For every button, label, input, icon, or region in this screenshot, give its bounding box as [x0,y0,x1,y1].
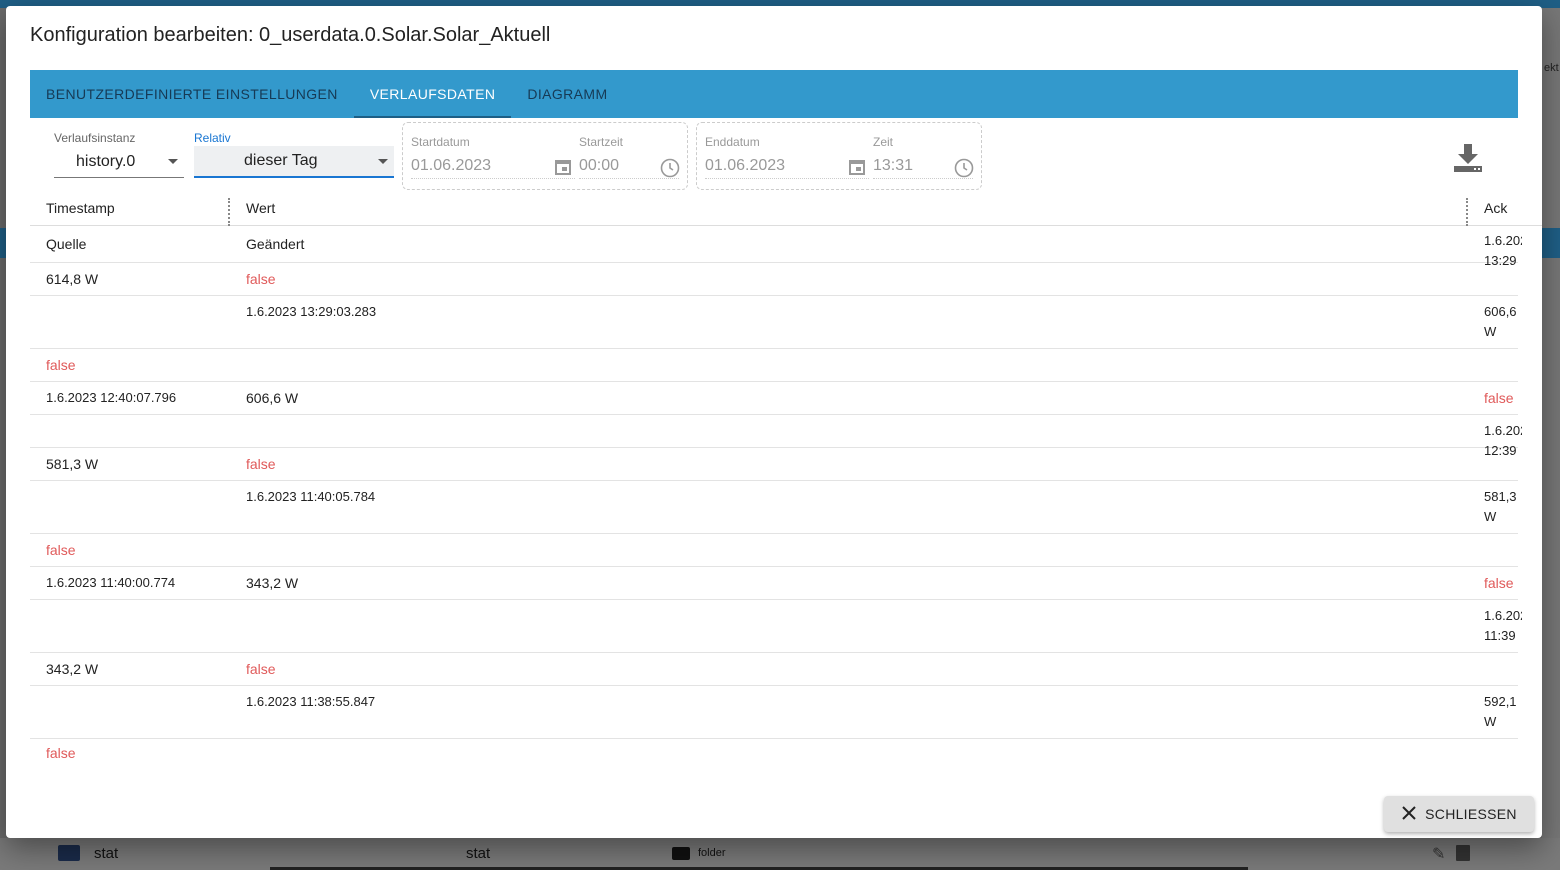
table-cell: false [1484,390,1514,406]
end-range-group: Enddatum 01.06.2023 Zeit 13:31 [696,122,982,190]
close-button-label: SCHLIESSEN [1425,806,1517,822]
table-cell: 606,6 W [1484,304,1517,339]
table-row[interactable]: 343,2 W false [30,653,1518,686]
instance-select[interactable]: history.0 [54,146,184,178]
table-row[interactable]: false [30,739,1518,764]
start-range-group: Startdatum 01.06.2023 Startzeit 00:00 [402,122,688,190]
table-row[interactable]: 581,3 W false [30,448,1518,481]
end-date-input[interactable]: 01.06.2023 [705,153,869,179]
background-row-name: stat [94,844,119,862]
table-cell: false [246,661,276,677]
table-cell: 606,6 W [246,390,299,406]
start-date-label: Startdatum [411,135,470,149]
column-header-ack[interactable]: Ack [1484,190,1507,226]
table-row[interactable]: 1.6.2023 12:39 [30,415,1522,458]
table-cell: 614,8 W [46,271,99,287]
table-cell: 581,3 W [1484,489,1517,524]
table-cell: false [46,357,76,373]
table-row[interactable]: 1.6.2023 11:40:05.784 581,3 W [30,481,1518,534]
table-row[interactable]: 1.6.2023 13:29:03.283 606,6 W [30,296,1518,349]
edit-config-dialog: Konfiguration bearbeiten: 0_userdata.0.S… [6,6,1542,838]
delete-icon[interactable] [1456,845,1470,861]
table-cell: 1.6.2023 12:40:07.796 [46,390,177,405]
background-right-strip [1542,8,1560,838]
instance-value: history.0 [76,152,136,170]
column-header-timestamp[interactable]: Timestamp [46,190,115,226]
instance-label: Verlaufsinstanz [54,131,136,145]
relative-select[interactable]: dieser Tag [194,146,394,178]
download-button[interactable] [1452,142,1484,174]
background-selection-strip [1542,228,1560,258]
download-icon [1452,144,1484,178]
table-cell: 343,2 W [46,661,99,677]
close-icon [1401,805,1417,824]
table-cell: 1.6.2023 13:29:03.283 [246,304,377,319]
start-date-value: 01.06.2023 [411,156,492,174]
clock-icon[interactable] [953,157,975,179]
tab-history-data[interactable]: VERLAUFSDATEN [353,70,512,118]
end-time-value: 13:31 [873,156,914,174]
edit-icon[interactable]: ✎ [1432,844,1450,863]
table-cell: Geändert [246,236,305,252]
chevron-down-icon [378,158,388,164]
table-cell: 1.6.2023 11:38:55.847 [246,694,376,709]
calendar-icon[interactable] [847,157,867,177]
relative-label: Relativ [194,131,231,145]
table-cell: false [1484,575,1514,591]
table-row[interactable]: false [30,534,1518,567]
folder-icon [58,845,80,861]
background-row: stat [58,842,118,864]
start-time-value: 00:00 [579,156,620,174]
table-row[interactable]: 1.6.2023 12:40:07.796 606,6 W false [30,382,1518,415]
close-button[interactable]: SCHLIESSEN [1384,796,1534,832]
calendar-icon[interactable] [553,157,573,177]
table-row[interactable]: 1.6.2023 11:40:00.774 343,2 W false [30,567,1518,600]
table-cell: 343,2 W [246,575,299,591]
table-row[interactable]: 614,8 W false [30,263,1518,296]
table-row[interactable]: 1.6.2023 11:39 [30,600,1522,653]
column-resizer[interactable] [228,198,230,226]
background-column-label: ekt [1544,62,1559,74]
table-cell: false [246,456,276,472]
relative-value: dieser Tag [244,152,318,169]
chevron-down-icon [168,159,178,164]
table-cell: 1.6.2023 11:40:05.784 [246,489,376,504]
background-row-id: stat [466,844,491,862]
table-cell: 1.6.2023 11:40:00.774 [46,575,176,590]
start-date-input[interactable]: 01.06.2023 [411,153,575,179]
table-header: Timestamp Wert Ack [30,190,1542,226]
table-cell: Quelle [46,236,87,252]
table-cell: false [46,542,76,558]
table-row[interactable]: Quelle Geändert 1.6.2023 13:29 [30,226,1522,268]
column-header-value[interactable]: Wert [246,190,275,226]
clock-icon[interactable] [659,157,681,179]
tab-bar: BENUTZERDEFINIERTE EINSTELLUNGEN VERLAUF… [30,70,1518,118]
table-row[interactable]: false [30,349,1518,382]
end-date-value: 01.06.2023 [705,156,786,174]
table-cell: 592,1 W [1484,694,1517,729]
history-table: Timestamp Wert Ack Quelle Geändert 1.6.2… [30,190,1542,764]
tab-custom-settings[interactable]: BENUTZERDEFINIERTE EINSTELLUNGEN [30,70,354,118]
background-row-actions: ✎ [1432,842,1470,864]
table-cell: 1.6.2023 11:39 [1484,608,1522,643]
end-date-label: Enddatum [705,135,760,149]
background-row-type-label: folder [698,847,726,859]
tab-chart[interactable]: DIAGRAMM [511,70,623,118]
column-resizer[interactable] [1466,198,1468,226]
folder-icon [672,846,690,860]
table-cell: false [246,271,276,287]
table-row[interactable]: 1.6.2023 11:38:55.847 592,1 W [30,686,1518,739]
table-cell: 581,3 W [46,456,99,472]
background-row-type: folder [672,842,726,864]
table-cell: false [46,745,76,761]
start-time-label: Startzeit [579,135,624,149]
background-object-list [0,838,1560,870]
end-time-label: Zeit [873,135,894,149]
dialog-title: Konfiguration bearbeiten: 0_userdata.0.S… [30,24,551,46]
